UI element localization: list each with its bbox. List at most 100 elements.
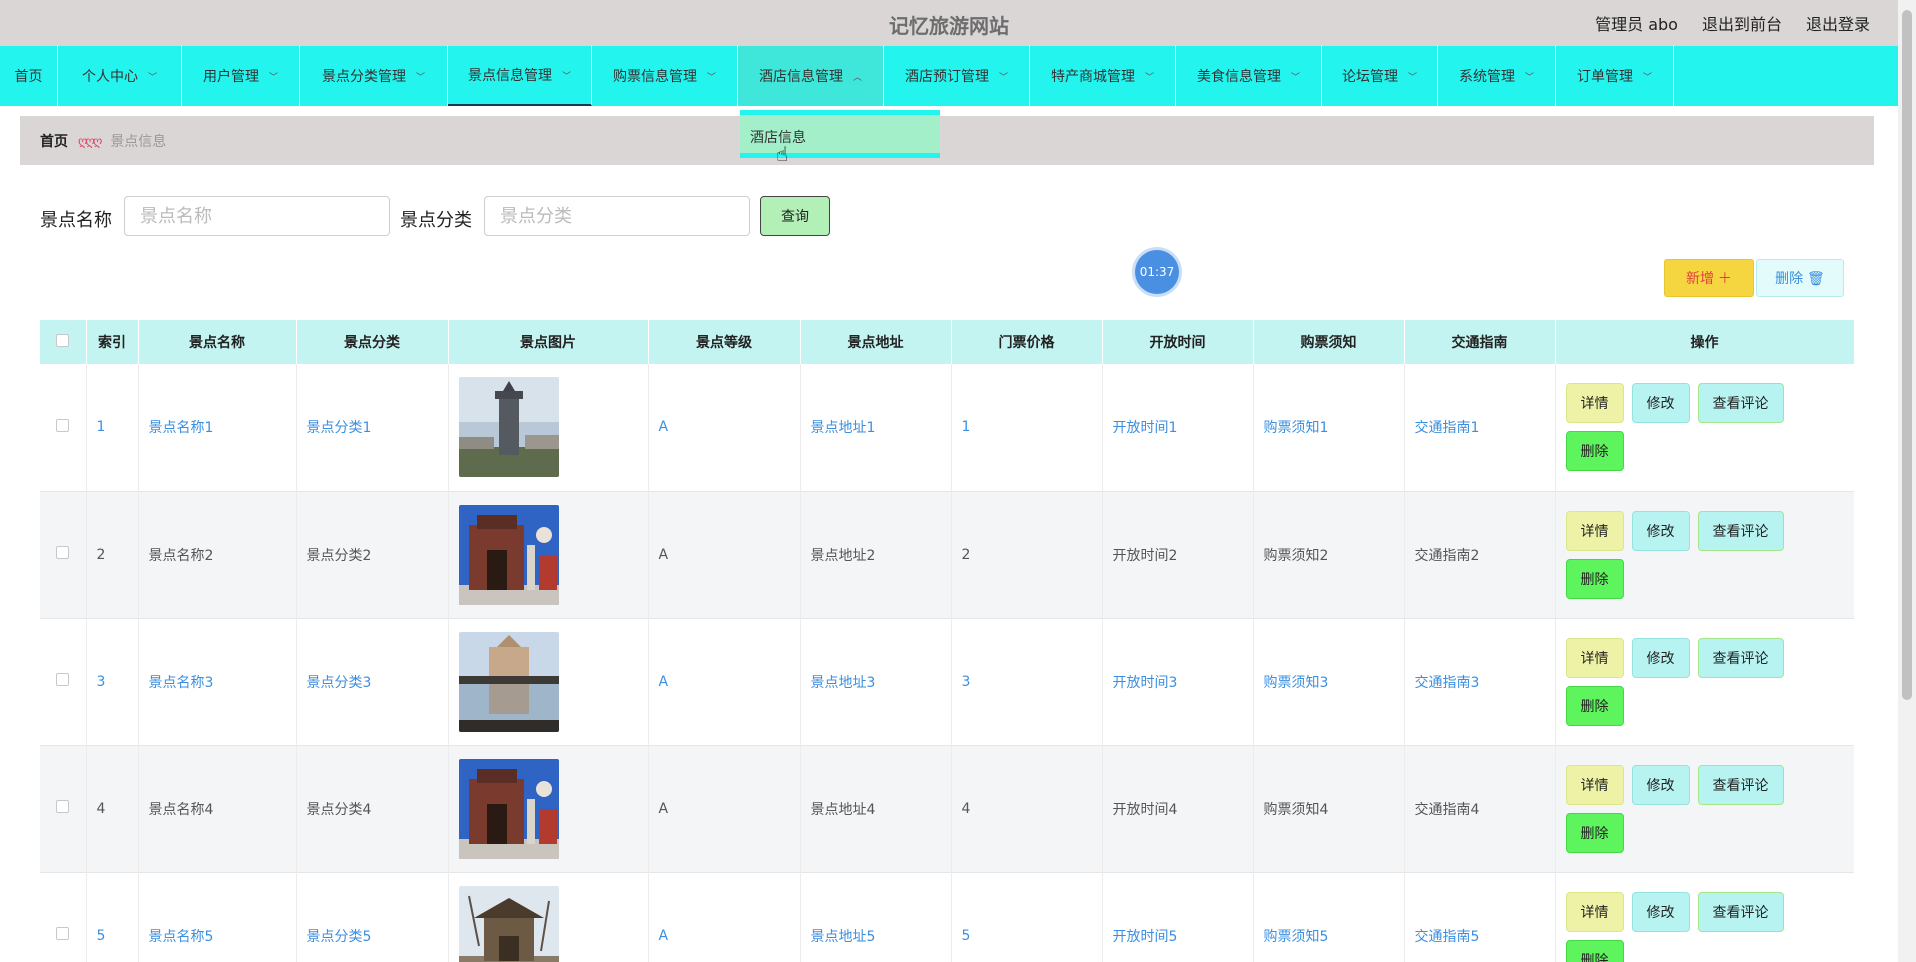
cell-image [448, 618, 649, 745]
delete-row-button[interactable]: 删除 [1565, 812, 1624, 853]
table-row: 1 景点名称1 景点分类1 A 景点地址1 1 开放时间1 购票须知1 交通指南… [40, 364, 1854, 491]
delete-row-button[interactable]: 删除 [1565, 558, 1624, 599]
view-comments-button[interactable]: 查看评论 [1697, 383, 1784, 424]
nav-item-personal-center[interactable]: 个人中心 ﹀ [58, 46, 182, 106]
nav-item-user-management[interactable]: 用户管理 ﹀ [182, 46, 300, 106]
cell-index: 2 [86, 491, 139, 618]
table-row: 4 景点名称4 景点分类4 A 景点地址4 4 开放时间4 购票须知4 交通指南… [40, 745, 1854, 872]
delete-row-button[interactable]: 删除 [1565, 939, 1624, 962]
row-select-cell [40, 745, 87, 872]
detail-button[interactable]: 详情 [1565, 383, 1624, 424]
batch-delete-button[interactable]: 删除 🗑 [1756, 259, 1844, 297]
edit-button[interactable]: 修改 [1631, 383, 1690, 424]
row-checkbox[interactable] [56, 418, 70, 432]
nav-item-orders[interactable]: 订单管理 ﹀ [1556, 46, 1674, 106]
row-select-cell [40, 364, 87, 491]
cell-price: 5 [951, 872, 1103, 962]
exit-to-front-link[interactable]: 退出到前台 [1702, 11, 1782, 35]
attraction-photo-gate[interactable] [458, 504, 559, 605]
chevron-down-icon: ﹀ [1524, 72, 1534, 83]
cell-guide: 交通指南1 [1404, 364, 1556, 491]
nav-item-label: 特产商城管理 [1050, 69, 1135, 85]
chevron-down-icon: ﹀ [998, 72, 1008, 83]
view-comments-button[interactable]: 查看评论 [1697, 510, 1784, 551]
detail-button[interactable]: 详情 [1565, 764, 1624, 805]
scrollbar-thumb[interactable] [1902, 10, 1912, 700]
edit-button[interactable]: 修改 [1631, 764, 1690, 805]
search-name-input[interactable] [124, 196, 390, 236]
view-comments-button[interactable]: 查看评论 [1697, 764, 1784, 805]
cell-actions: 详情 修改 查看评论 删除 [1555, 618, 1854, 745]
nav-item-label: 首页 [14, 69, 43, 85]
table-row: 5 景点名称5 景点分类5 A 景点地址5 5 开放时间5 购票须知5 交通指南… [40, 872, 1854, 962]
delete-row-button[interactable]: 删除 [1565, 431, 1624, 472]
column-header: 景点地址 [800, 320, 952, 364]
chevron-down-icon: ﹀ [1642, 72, 1652, 83]
cell-notice: 购票须知2 [1253, 491, 1405, 618]
timer-badge: 01:37 [1135, 250, 1179, 294]
cell-guide: 交通指南4 [1404, 745, 1556, 872]
detail-button[interactable]: 详情 [1565, 637, 1624, 678]
logout-link[interactable]: 退出登录 [1806, 11, 1870, 35]
column-header: 门票价格 [951, 320, 1103, 364]
attraction-photo-gate[interactable] [458, 758, 559, 859]
query-button[interactable]: 查询 [760, 196, 830, 236]
delete-row-button[interactable]: 删除 [1565, 685, 1624, 726]
cell-notice: 购票须知5 [1253, 872, 1405, 962]
cell-level: A [648, 872, 801, 962]
row-checkbox[interactable] [56, 927, 70, 940]
detail-button[interactable]: 详情 [1565, 891, 1624, 932]
row-checkbox[interactable] [56, 546, 70, 559]
cell-open-time: 开放时间1 [1102, 364, 1254, 491]
nav-item-attraction-category[interactable]: 景点分类管理 ﹀ [300, 46, 448, 106]
cell-level: A [648, 618, 801, 745]
search-category-input[interactable] [484, 196, 750, 236]
select-all-checkbox[interactable] [56, 333, 70, 347]
nav-item-system[interactable]: 系统管理 ﹀ [1438, 46, 1556, 106]
edit-button[interactable]: 修改 [1631, 510, 1690, 551]
cell-address: 景点地址1 [800, 364, 952, 491]
chevron-down-icon: ﹀ [706, 72, 716, 83]
cell-category: 景点分类3 [296, 618, 449, 745]
column-header: 景点等级 [648, 320, 801, 364]
add-button[interactable]: 新增 ＋ [1664, 259, 1754, 297]
attraction-photo-tower[interactable] [458, 377, 559, 478]
cell-actions: 详情 修改 查看评论 删除 [1555, 745, 1854, 872]
detail-button[interactable]: 详情 [1565, 510, 1624, 551]
row-checkbox[interactable] [56, 800, 70, 813]
page-scrollbar[interactable] [1898, 0, 1916, 962]
nav-item-label: 景点信息管理 [467, 68, 552, 84]
chevron-down-icon: ﹀ [1290, 72, 1300, 83]
column-header: 购票须知 [1253, 320, 1405, 364]
row-checkbox[interactable] [56, 673, 70, 686]
nav-item-hotel-info[interactable]: 酒店信息管理 ︿ [738, 46, 884, 106]
nav-item-specialty-mall[interactable]: 特产商城管理 ﹀ [1030, 46, 1176, 106]
edit-button[interactable]: 修改 [1631, 637, 1690, 678]
breadcrumb-home[interactable]: 首页 [40, 131, 68, 151]
cell-index: 3 [86, 618, 139, 745]
cell-address: 景点地址4 [800, 745, 952, 872]
chevron-down-icon: ﹀ [268, 72, 278, 83]
nav-item-ticket-info[interactable]: 购票信息管理 ﹀ [592, 46, 738, 106]
column-header: 景点名称 [138, 320, 297, 364]
header-links: 管理员 abo 退出到前台 退出登录 [1595, 11, 1870, 35]
cell-level: A [648, 745, 801, 872]
view-comments-button[interactable]: 查看评论 [1697, 637, 1784, 678]
view-comments-button[interactable]: 查看评论 [1697, 891, 1784, 932]
cell-open-time: 开放时间5 [1102, 872, 1254, 962]
column-header: 景点图片 [448, 320, 649, 364]
cell-name: 景点名称3 [138, 618, 297, 745]
nav-item-hotel-booking[interactable]: 酒店预订管理 ﹀ [884, 46, 1030, 106]
attraction-photo-reflection[interactable] [458, 631, 559, 732]
chevron-up-icon: ︿ [852, 72, 862, 83]
nav-item-attraction-info[interactable]: 景点信息管理 ﹀ [448, 46, 592, 106]
attraction-photo-pavilion[interactable] [458, 885, 559, 962]
nav-item-food-info[interactable]: 美食信息管理 ﹀ [1176, 46, 1322, 106]
nav-item-home[interactable]: 首页 [0, 46, 58, 106]
nav-item-forum[interactable]: 论坛管理 ﹀ [1322, 46, 1438, 106]
chevron-down-icon: ﹀ [1407, 72, 1417, 83]
cell-open-time: 开放时间2 [1102, 491, 1254, 618]
cell-actions: 详情 修改 查看评论 删除 [1555, 364, 1854, 491]
cell-image [448, 745, 649, 872]
edit-button[interactable]: 修改 [1631, 891, 1690, 932]
